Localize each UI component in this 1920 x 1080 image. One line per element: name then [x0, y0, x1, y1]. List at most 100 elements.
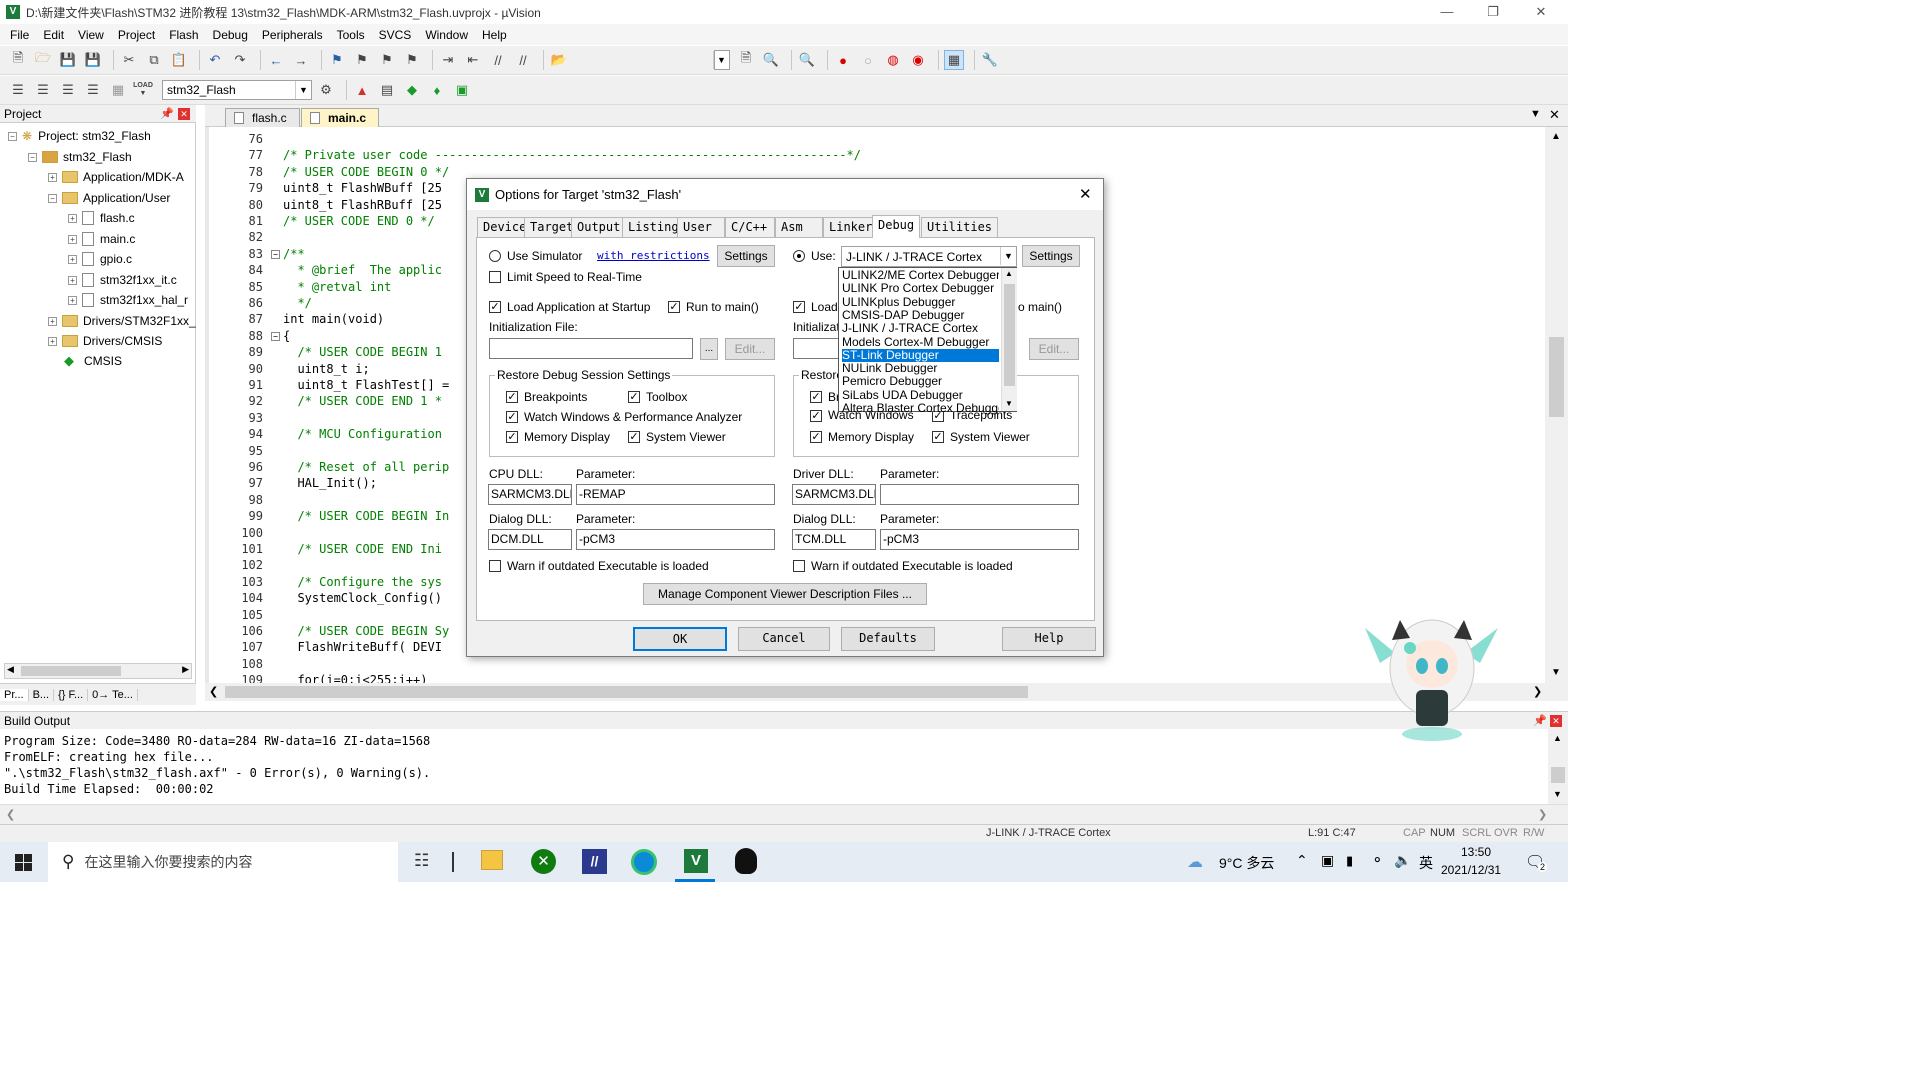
- scroll-up-icon[interactable]: ▲: [1551, 131, 1561, 142]
- menu-tools[interactable]: Tools: [330, 28, 372, 42]
- project-hscroll[interactable]: ◀ ▶: [4, 663, 192, 679]
- cancel-button[interactable]: Cancel: [738, 627, 830, 651]
- clock-time[interactable]: 13:50: [1461, 845, 1491, 859]
- breakpoint-disable-icon[interactable]: ○: [858, 50, 878, 70]
- warn-outdated-right-checkbox[interactable]: Warn if outdated Executable is loaded: [793, 559, 1013, 573]
- help-button[interactable]: Help: [1002, 627, 1096, 651]
- with-restrictions-link[interactable]: with restrictions: [597, 249, 710, 262]
- pin-icon[interactable]: 📌: [160, 105, 174, 123]
- tree-group[interactable]: − Application/User: [48, 188, 170, 208]
- edit-init-right-button[interactable]: Edit...: [1029, 338, 1079, 360]
- scroll-right-icon[interactable]: ❯: [1538, 808, 1547, 821]
- build-icon[interactable]: ☰: [33, 80, 53, 100]
- menu-window[interactable]: Window: [418, 28, 475, 42]
- select-packs-icon[interactable]: ♦: [427, 80, 447, 100]
- debugger-option[interactable]: ST-Link Debugger: [842, 348, 999, 362]
- menu-file[interactable]: File: [3, 28, 36, 42]
- tab-user[interactable]: User: [677, 217, 725, 237]
- tree-file[interactable]: + stm32f1xx_hal_r: [68, 290, 188, 310]
- taskbar-search-box[interactable]: ⚲ 在这里输入你要搜索的内容: [48, 842, 398, 882]
- file-explorer-icon[interactable]: [481, 850, 503, 870]
- tree-file[interactable]: + gpio.c: [68, 249, 132, 269]
- tab-output[interactable]: Output: [571, 217, 627, 237]
- tab-linker[interactable]: Linker: [823, 217, 879, 237]
- debugger-option[interactable]: SiLabs UDA Debugger: [842, 389, 999, 402]
- tab-project[interactable]: Pr...: [0, 688, 29, 701]
- restore-button[interactable]: ❐: [1470, 0, 1516, 24]
- debugger-option[interactable]: Pemicro Debugger: [842, 375, 999, 388]
- ok-button[interactable]: OK: [633, 627, 727, 651]
- collapse-icon[interactable]: −: [8, 131, 17, 141]
- batch-build-icon[interactable]: ☰: [83, 80, 103, 100]
- new-file-icon[interactable]: 🗎: [8, 50, 28, 70]
- init-file-right-input[interactable]: [793, 338, 843, 359]
- debugger-option[interactable]: Models Cortex-M Debugger: [842, 336, 999, 349]
- manage-component-viewer-button[interactable]: Manage Component Viewer Description File…: [643, 583, 927, 605]
- redo-icon[interactable]: ↷: [230, 50, 250, 70]
- breakpoint-kill-all-icon[interactable]: ◉: [908, 50, 928, 70]
- menu-view[interactable]: View: [71, 28, 111, 42]
- fold-collapse-icon[interactable]: −: [271, 249, 280, 259]
- run-to-main-checkbox[interactable]: ✓ Run to main(): [668, 300, 759, 314]
- tree-group[interactable]: + Drivers/STM32F1xx_: [48, 311, 196, 331]
- paste-icon[interactable]: 📋: [169, 50, 189, 70]
- build-hscroll[interactable]: ❮ ❯: [0, 804, 1568, 824]
- debugger-option[interactable]: ULINK Pro Cortex Debugger: [842, 282, 999, 295]
- debugger-option[interactable]: ULINK2/ME Cortex Debugger: [842, 269, 999, 282]
- scroll-down-icon[interactable]: ▼: [1551, 667, 1561, 678]
- expand-icon[interactable]: +: [48, 172, 57, 182]
- scroll-down-icon[interactable]: ▼: [1553, 789, 1562, 799]
- tree-project-root[interactable]: − ❋ Project: stm32_Flash: [8, 126, 151, 146]
- debugger-option[interactable]: NULink Debugger: [842, 362, 999, 375]
- nav-forward-icon[interactable]: →: [291, 50, 311, 70]
- tab-functions[interactable]: {} F...: [54, 688, 89, 701]
- tree-target[interactable]: − stm32_Flash: [28, 147, 132, 167]
- scroll-left-icon[interactable]: ❮: [6, 808, 15, 821]
- fold-collapse-icon[interactable]: −: [271, 331, 280, 341]
- debug-session-icon[interactable]: 🔍: [797, 50, 817, 70]
- expand-icon[interactable]: +: [68, 254, 77, 264]
- indent-icon[interactable]: ⇥: [438, 50, 458, 70]
- tab-list-icon[interactable]: ▼: [1530, 108, 1541, 120]
- debugger-settings-button[interactable]: Settings: [1022, 245, 1080, 267]
- copy-icon[interactable]: ⧉: [144, 50, 164, 70]
- breakpoints-checkbox[interactable]: ✓ Breakpoints: [506, 390, 587, 404]
- init-file-input[interactable]: [489, 338, 693, 359]
- tab-c-cpp[interactable]: C/C++: [725, 217, 775, 237]
- system-viewer-right-checkbox[interactable]: ✓ System Viewer: [932, 430, 1030, 444]
- expand-icon[interactable]: +: [68, 234, 77, 244]
- build-output[interactable]: Program Size: Code=3480 RO-data=284 RW-d…: [0, 729, 1548, 804]
- driver-param-input[interactable]: [880, 484, 1079, 505]
- nav-back-icon[interactable]: ←: [266, 50, 286, 70]
- manage-rte-icon[interactable]: ◆: [402, 80, 422, 100]
- dialog-dll-right-input[interactable]: TCM.DLL: [792, 529, 876, 550]
- warn-outdated-checkbox[interactable]: Warn if outdated Executable is loaded: [489, 559, 709, 573]
- configure-icon[interactable]: 🔧: [980, 50, 1000, 70]
- scroll-up-icon[interactable]: ▲: [1553, 733, 1562, 743]
- toolbox-checkbox[interactable]: ✓ Toolbox: [628, 390, 687, 404]
- scroll-thumb[interactable]: [225, 686, 1028, 698]
- tree-file[interactable]: + main.c: [68, 229, 135, 249]
- volume-icon[interactable]: 🔈: [1394, 852, 1411, 869]
- windows-start-icon[interactable]: [15, 854, 32, 871]
- use-debugger-radio[interactable]: Use:: [793, 249, 836, 263]
- tab-templates[interactable]: 0→ Te...: [88, 688, 138, 701]
- scroll-down-icon[interactable]: ▼: [1005, 399, 1013, 408]
- scroll-up-icon[interactable]: ▲: [1005, 269, 1013, 278]
- qq-icon[interactable]: [735, 848, 757, 874]
- dialog-param-input[interactable]: -pCM3: [576, 529, 775, 550]
- simulator-settings-button[interactable]: Settings: [717, 245, 775, 267]
- find-combo[interactable]: ▼: [713, 50, 730, 70]
- scroll-thumb[interactable]: [1549, 337, 1564, 417]
- memory-display-checkbox[interactable]: ✓ Memory Display: [506, 430, 610, 444]
- manage-multi-project-icon[interactable]: ▤: [377, 80, 397, 100]
- expand-icon[interactable]: +: [48, 316, 57, 326]
- close-tab-icon[interactable]: ✕: [1549, 107, 1560, 123]
- stop-build-icon[interactable]: ▦: [108, 80, 128, 100]
- breakpoint-disable-all-icon[interactable]: ◍: [883, 50, 903, 70]
- watch-windows-checkbox[interactable]: ✓ Watch Windows & Performance Analyzer: [506, 410, 742, 424]
- debugger-option[interactable]: Altera Blaster Cortex Debugger: [842, 402, 999, 415]
- cpu-param-input[interactable]: -REMAP: [576, 484, 775, 505]
- pin-icon[interactable]: 📌: [1533, 712, 1547, 730]
- load-app-checkbox[interactable]: ✓ Load Application at Startup: [489, 300, 650, 314]
